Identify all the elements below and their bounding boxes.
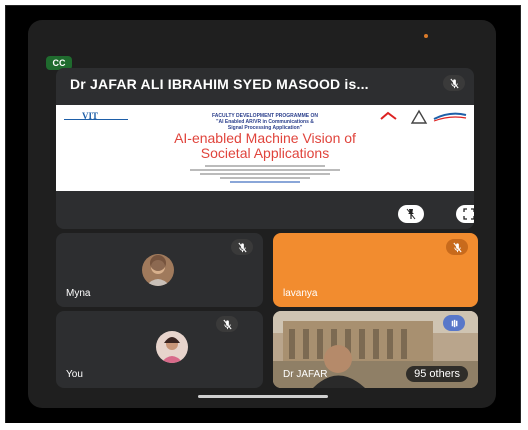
participant-tile-lavanya[interactable]: lavanya: [273, 233, 478, 307]
pin-button[interactable]: [398, 205, 424, 223]
participant-name: Dr JAFAR: [283, 369, 328, 380]
slide-title: AI-enabled Machine Vision of Societal Ap…: [174, 130, 356, 161]
participant-tile-you[interactable]: You: [56, 311, 263, 388]
avatar: [156, 331, 188, 363]
others-count-badge[interactable]: 95 others: [406, 366, 468, 382]
fullscreen-button[interactable]: [456, 205, 474, 223]
pin-icon: [406, 208, 416, 220]
presenter-title: Dr JAFAR ALI IBRAHIM SYED MASOOD is...: [70, 76, 369, 92]
avatar: [142, 254, 174, 286]
slide-speaker-details: [56, 163, 474, 185]
camera-indicator: [424, 34, 428, 38]
participant-name: Myna: [66, 288, 91, 299]
mic-off-icon: [216, 316, 238, 332]
mic-off-icon: [443, 75, 465, 91]
participant-name: You: [66, 369, 83, 380]
participant-name: lavanya: [283, 288, 318, 299]
fullscreen-icon: [463, 208, 474, 220]
meeting-screen: CC Dr JAFAR ALI IBRAHIM SYED MASOOD is..…: [28, 20, 496, 408]
mic-off-icon: [231, 239, 253, 255]
screen-share-tile[interactable]: Dr JAFAR ALI IBRAHIM SYED MASOOD is... V…: [56, 68, 474, 229]
mic-off-icon: [446, 239, 468, 255]
shared-slide: VIT FACULTY DEVELOPMENT PROGRAMME ON "AI…: [56, 105, 474, 191]
program-text: FACULTY DEVELOPMENT PROGRAMME ON "AI Ena…: [212, 113, 318, 131]
home-indicator[interactable]: [198, 395, 328, 398]
audio-level-icon: [443, 315, 465, 331]
participant-tile-dr-jafar[interactable]: Dr JAFAR 95 others: [273, 311, 478, 388]
bottom-strip: [0, 423, 528, 430]
participant-tile-myna[interactable]: Myna: [56, 233, 263, 307]
